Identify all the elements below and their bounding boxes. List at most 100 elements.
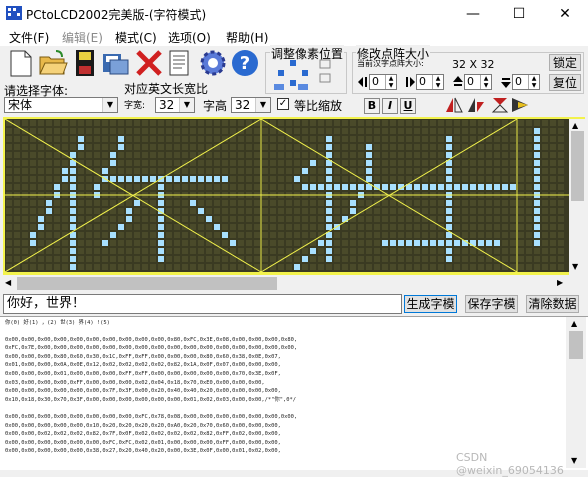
pixel-cell[interactable] (438, 144, 444, 150)
pixel-cell[interactable] (246, 128, 252, 134)
pixel-cell[interactable] (222, 144, 228, 150)
pixel-cell[interactable] (382, 224, 388, 230)
mirror-vertical-icon[interactable] (490, 96, 510, 114)
pixel-cell[interactable] (214, 184, 220, 190)
save-disk-icon[interactable] (70, 48, 100, 78)
pixel-cell[interactable] (334, 264, 340, 270)
pixel-cell[interactable] (366, 232, 372, 238)
pixel-cell[interactable] (342, 120, 348, 126)
pixel-cell[interactable] (238, 176, 244, 182)
pixel-cell[interactable] (38, 168, 44, 174)
pixel-cell[interactable] (110, 256, 116, 262)
pixel-cell[interactable] (486, 248, 492, 254)
pixel-cell[interactable] (270, 200, 276, 206)
pixel-cell[interactable] (390, 248, 396, 254)
pixel-cell[interactable] (46, 176, 52, 182)
pixel-cell[interactable] (414, 184, 420, 190)
pixel-cell[interactable] (374, 256, 380, 262)
pixel-cell[interactable] (334, 216, 340, 222)
pixel-cell[interactable] (486, 160, 492, 166)
pixel-cell[interactable] (534, 144, 540, 150)
pixel-cell[interactable] (326, 144, 332, 150)
pixel-cell[interactable] (414, 256, 420, 262)
pixel-cell[interactable] (366, 248, 372, 254)
pixel-cell[interactable] (38, 200, 44, 206)
pixel-cell[interactable] (550, 248, 556, 254)
pixel-cell[interactable] (518, 216, 524, 222)
pixel-cell[interactable] (342, 160, 348, 166)
pixel-cell[interactable] (78, 144, 84, 150)
pixel-cell[interactable] (438, 168, 444, 174)
pixel-cell[interactable] (526, 144, 532, 150)
pixel-cell[interactable] (30, 240, 36, 246)
pixel-cell[interactable] (102, 200, 108, 206)
pixel-cell[interactable] (38, 128, 44, 134)
pixel-cell[interactable] (62, 176, 68, 182)
pixel-cell[interactable] (486, 200, 492, 206)
pixel-cell[interactable] (310, 184, 316, 190)
pixel-cell[interactable] (462, 216, 468, 222)
pixel-cell[interactable] (326, 248, 332, 254)
pixel-cell[interactable] (518, 200, 524, 206)
pixel-cell[interactable] (158, 184, 164, 190)
pixel-cell[interactable] (118, 168, 124, 174)
pixel-cell[interactable] (38, 240, 44, 246)
pixel-cell[interactable] (182, 248, 188, 254)
pixel-cell[interactable] (62, 168, 68, 174)
pixel-cell[interactable] (94, 248, 100, 254)
pixel-cell[interactable] (350, 224, 356, 230)
pixel-cell[interactable] (78, 208, 84, 214)
pixel-cell[interactable] (270, 176, 276, 182)
pixel-cell[interactable] (78, 216, 84, 222)
pixel-cell[interactable] (446, 208, 452, 214)
pixel-cell[interactable] (46, 232, 52, 238)
pixel-cell[interactable] (454, 216, 460, 222)
pixel-cell[interactable] (118, 264, 124, 270)
pixel-cell[interactable] (142, 176, 148, 182)
pixel-cell[interactable] (182, 216, 188, 222)
pixel-cell[interactable] (54, 168, 60, 174)
pixel-cell[interactable] (302, 256, 308, 262)
pixel-cell[interactable] (462, 160, 468, 166)
pixel-cell[interactable] (446, 168, 452, 174)
pixel-cell[interactable] (22, 136, 28, 142)
mirror-horizontal-icon[interactable] (444, 96, 464, 114)
pixel-cell[interactable] (358, 232, 364, 238)
pixel-cell[interactable] (558, 136, 564, 142)
pixel-cell[interactable] (542, 200, 548, 206)
rotate-icon[interactable] (466, 96, 486, 114)
pixel-cell[interactable] (302, 128, 308, 134)
pixel-cell[interactable] (382, 208, 388, 214)
pixel-cell[interactable] (390, 184, 396, 190)
pixel-cell[interactable] (422, 208, 428, 214)
pixel-cell[interactable] (502, 224, 508, 230)
pixel-cell[interactable] (414, 224, 420, 230)
pixel-cell[interactable] (382, 240, 388, 246)
pixel-cell[interactable] (294, 240, 300, 246)
pixel-cell[interactable] (118, 216, 124, 222)
pixel-cell[interactable] (110, 128, 116, 134)
pixel-cell[interactable] (270, 208, 276, 214)
pixel-cell[interactable] (342, 144, 348, 150)
pixel-cell[interactable] (350, 144, 356, 150)
pixel-cell[interactable] (54, 200, 60, 206)
pixel-cell[interactable] (406, 120, 412, 126)
pixel-cell[interactable] (206, 232, 212, 238)
pixel-cell[interactable] (478, 184, 484, 190)
pixel-cell[interactable] (390, 216, 396, 222)
pixel-cell[interactable] (318, 168, 324, 174)
pixel-cell[interactable] (54, 120, 60, 126)
pixel-cell[interactable] (62, 256, 68, 262)
pixel-cell[interactable] (38, 160, 44, 166)
pixel-cell[interactable] (230, 144, 236, 150)
pixel-cell[interactable] (438, 184, 444, 190)
pixel-cell[interactable] (366, 136, 372, 142)
pixel-cell[interactable] (182, 208, 188, 214)
pixel-cell[interactable] (150, 232, 156, 238)
pixel-cell[interactable] (142, 232, 148, 238)
pixel-cell[interactable] (222, 120, 228, 126)
pixel-cell[interactable] (342, 208, 348, 214)
pixel-cell[interactable] (382, 128, 388, 134)
pixel-cell[interactable] (526, 168, 532, 174)
pixel-cell[interactable] (70, 120, 76, 126)
